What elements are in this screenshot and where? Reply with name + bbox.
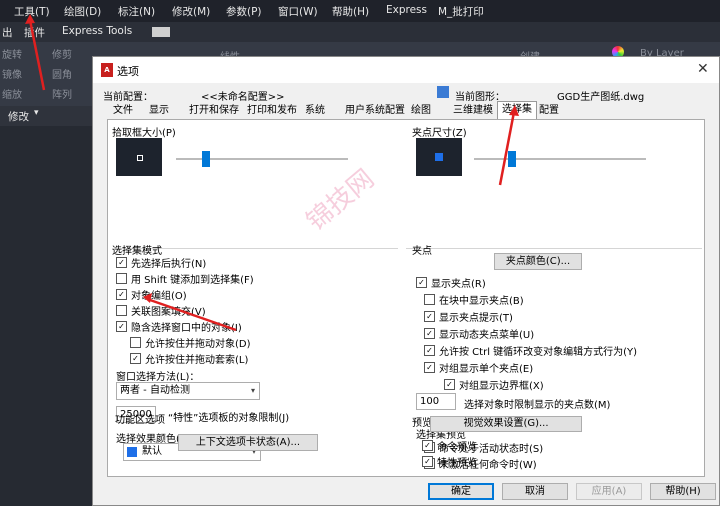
arrow-to-tools-menu	[28, 19, 46, 91]
arrowhead-icon	[25, 14, 35, 24]
arrow-to-lasso-option	[149, 298, 237, 332]
arrow-to-selection-tab	[498, 111, 516, 186]
annotation-arrows	[25, 14, 519, 332]
arrowhead-icon	[509, 105, 519, 116]
